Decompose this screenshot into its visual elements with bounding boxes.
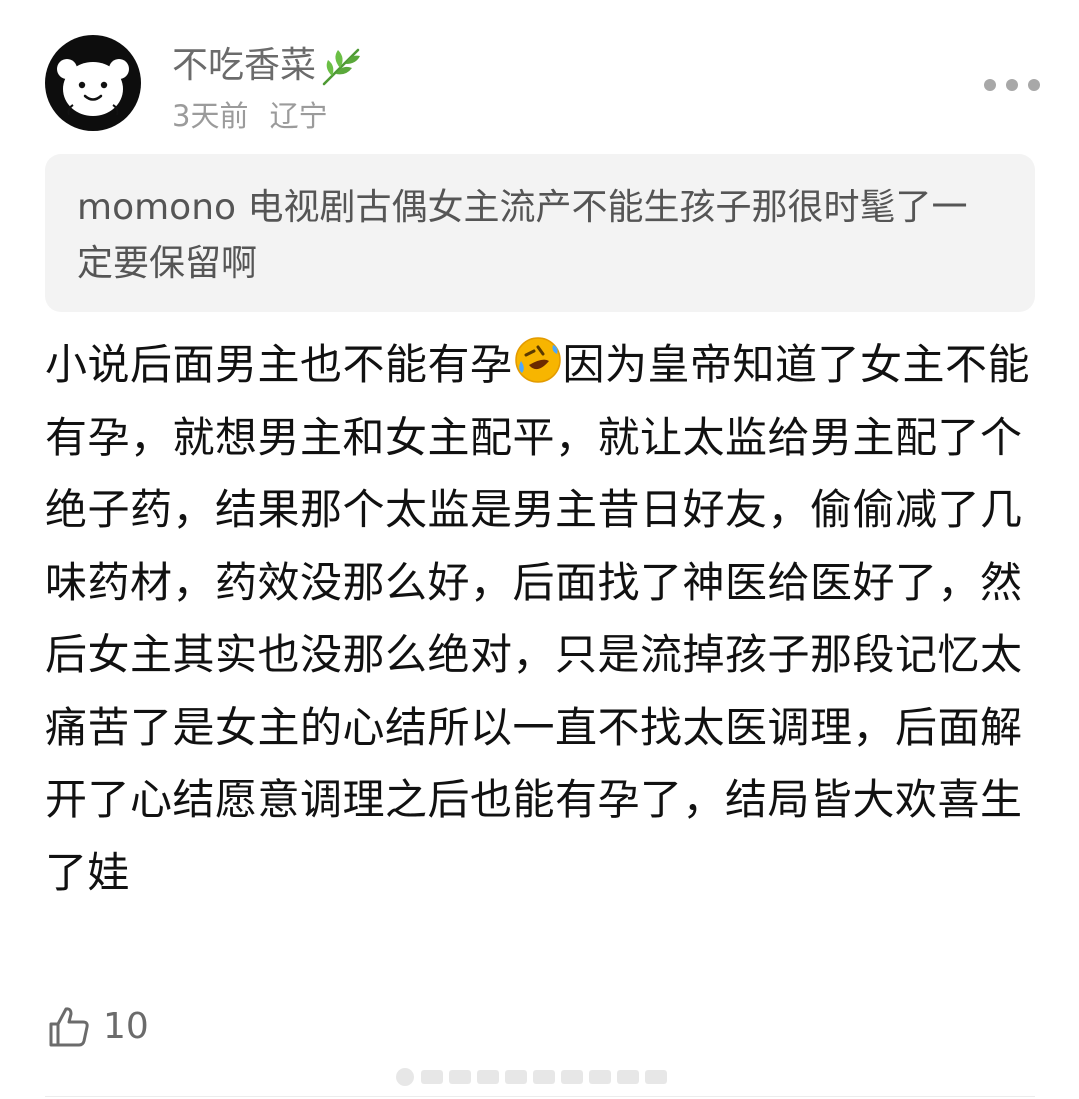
comment-location: 辽宁 <box>269 99 328 133</box>
thumbs-up-icon <box>49 1007 89 1047</box>
quoted-author: momono <box>77 187 237 228</box>
author-name[interactable]: 不吃香菜 <box>172 44 364 88</box>
comment-body-part2: 因为皇帝知道了女主不能有孕，就想男主和女主配平，就让太监给男主配了个绝子药，结果… <box>45 340 1031 897</box>
like-button[interactable]: 10 <box>45 1003 149 1051</box>
more-dot <box>1006 79 1018 91</box>
more-dots-icon[interactable] <box>984 70 1040 100</box>
comment-body: 小说后面男主也不能有孕 因为皇帝知道了女主不能有孕，就想男主和女主配平，就让太监给… <box>45 329 1035 909</box>
rolling-on-floor-laughing-emoji <box>514 337 561 383</box>
quoted-comment-text: momono 电视剧古偶女主流产不能生孩子那很时髦了一定要保留啊 <box>77 180 1003 292</box>
watermark-logo <box>396 1068 667 1086</box>
divider <box>45 1096 1035 1097</box>
comment-body-part1: 小说后面男主也不能有孕 <box>45 340 513 389</box>
more-dot <box>984 79 996 91</box>
leaf-sprig-icon <box>322 48 361 86</box>
comment-time: 3天前 <box>172 99 249 133</box>
comment-meta: 3天前 辽宁 <box>172 97 328 135</box>
cartoon-bear-avatar-icon <box>57 59 129 116</box>
more-dot <box>1028 79 1040 91</box>
quoted-comment[interactable]: momono 电视剧古偶女主流产不能生孩子那很时髦了一定要保留啊 <box>45 154 1035 312</box>
avatar[interactable] <box>45 35 141 131</box>
like-count: 10 <box>103 1006 149 1047</box>
author-name-text: 不吃香菜 <box>172 45 317 86</box>
